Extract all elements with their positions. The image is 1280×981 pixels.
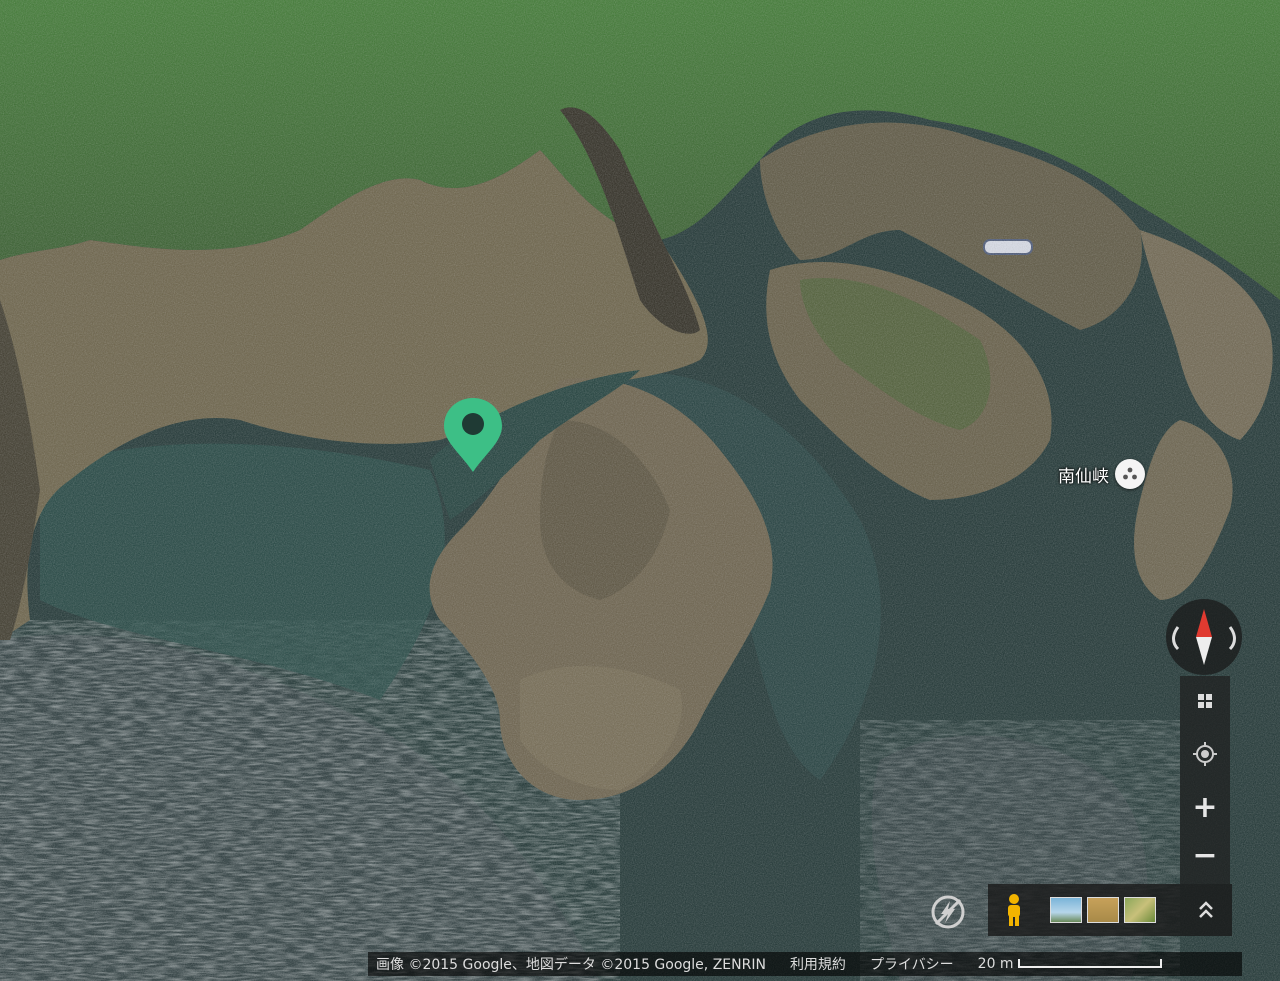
place-name: 南仙峡: [1058, 466, 1109, 487]
privacy-link[interactable]: プライバシー: [870, 954, 954, 974]
my-location-button[interactable]: [1182, 731, 1228, 777]
scale-control[interactable]: 20 m: [977, 956, 1163, 972]
zoom-out-button[interactable]: −: [1182, 832, 1228, 878]
photos-grid-icon: [1198, 694, 1212, 708]
my-location-icon: [1193, 742, 1217, 766]
chevron-up-double-icon: [1199, 901, 1213, 918]
layers-panel: [988, 884, 1232, 936]
satellite-map[interactable]: 南仙峡 + − 画像 ©2015 Google、地図データ ©2015 Goog…: [0, 0, 1280, 981]
street-view-button[interactable]: [988, 884, 1040, 936]
pegman-icon: [1008, 894, 1020, 926]
terms-link[interactable]: 利用規約: [790, 954, 846, 974]
attribution-text: 画像 ©2015 Google、地図データ ©2015 Google, ZENR…: [376, 957, 766, 973]
imagery-thumbnail[interactable]: [1124, 897, 1156, 923]
zoom-in-icon: +: [1192, 789, 1218, 825]
location-pin-icon[interactable]: [441, 396, 505, 474]
scale-bar: [1018, 959, 1163, 968]
zoom-in-button[interactable]: +: [1182, 784, 1228, 830]
zoom-out-icon: −: [1192, 837, 1218, 873]
map-footer: 画像 ©2015 Google、地図データ ©2015 Google, ZENR…: [368, 952, 1242, 976]
compass-icon[interactable]: [1164, 597, 1244, 677]
expand-imagery-button[interactable]: [1180, 884, 1232, 936]
satellite-imagery: [0, 0, 1280, 981]
imagery-thumbnail[interactable]: [1050, 897, 1082, 923]
scale-label: 20 m: [977, 956, 1014, 972]
instant-off-icon[interactable]: [928, 892, 968, 932]
place-label-nansenkyo[interactable]: 南仙峡: [1058, 459, 1145, 489]
imagery-thumbnail[interactable]: [1087, 897, 1119, 923]
attraction-icon: [1115, 459, 1145, 489]
imagery-thumbnails: [1050, 897, 1156, 923]
photos-button[interactable]: [1182, 678, 1228, 724]
